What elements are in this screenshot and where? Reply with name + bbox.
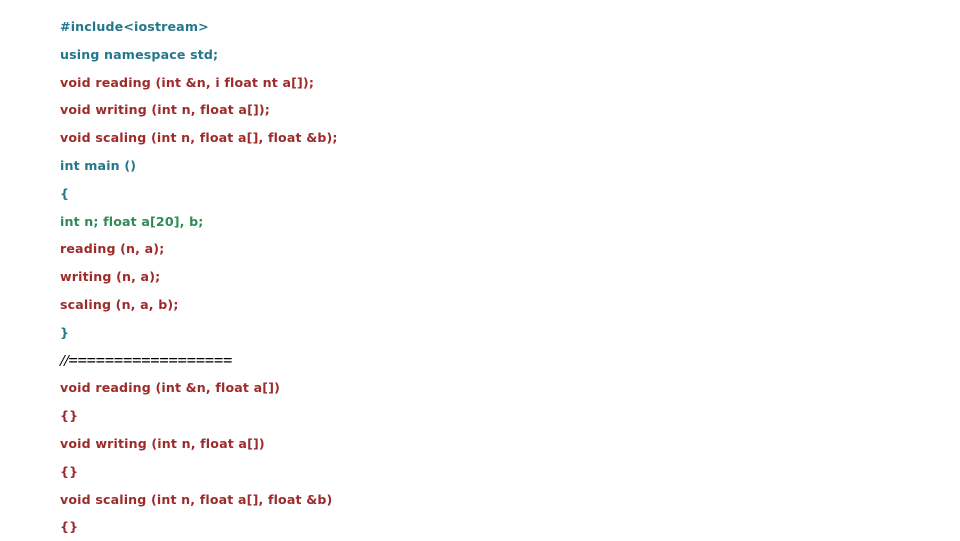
comment-divider: //==================	[60, 350, 232, 370]
code-listing: #include<iostream> using namespace std; …	[60, 13, 920, 541]
slide-canvas: #include<iostream> using namespace std; …	[0, 0, 960, 540]
code-line: void reading (int &n, float a[])	[60, 380, 281, 396]
code-line: void scaling (int n, float a[], float &b…	[60, 130, 338, 146]
code-line: {}	[60, 519, 79, 535]
code-line: writing (n, a);	[60, 269, 161, 285]
code-line: reading (n, a);	[60, 241, 165, 257]
code-line: scaling (n, a, b);	[60, 296, 179, 312]
code-line: {	[60, 185, 70, 201]
code-line: void writing (int n, float a[])	[60, 435, 265, 451]
code-line: using namespace std;	[60, 46, 219, 62]
code-line: #include<iostream>	[60, 19, 209, 34]
code-line: }	[60, 324, 70, 340]
code-line: int main ()	[60, 157, 137, 173]
code-line: void writing (int n, float a[]);	[60, 102, 270, 118]
code-line: int n; float a[20], b;	[60, 213, 204, 229]
code-line: {}	[60, 463, 79, 479]
code-line: {}	[60, 408, 79, 424]
code-line: void scaling (int n, float a[], float &b…	[60, 491, 333, 507]
code-line: void reading (int &n, i float nt a[]);	[60, 74, 315, 90]
